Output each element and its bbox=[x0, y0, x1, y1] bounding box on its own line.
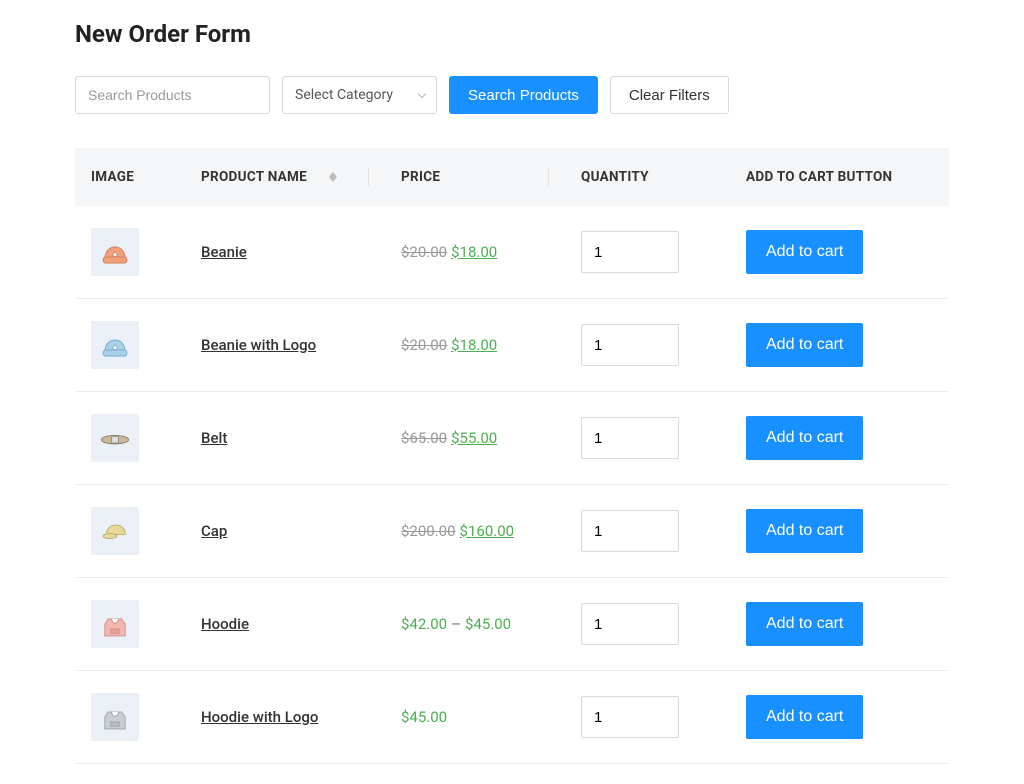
product-price: $20.00$18.00 bbox=[385, 299, 565, 392]
product-thumbnail[interactable] bbox=[91, 693, 139, 741]
add-to-cart-button[interactable]: Add to cart bbox=[746, 416, 863, 460]
product-thumbnail[interactable] bbox=[91, 228, 139, 276]
price-new: $18.00 bbox=[451, 243, 497, 261]
col-qty-header: QUANTITY bbox=[581, 169, 649, 185]
add-to-cart-button[interactable]: Add to cart bbox=[746, 323, 863, 367]
product-thumbnail[interactable] bbox=[91, 321, 139, 369]
table-row: Beanie $20.00$18.00 Add to cart bbox=[75, 206, 949, 299]
price-dash: – bbox=[451, 615, 461, 633]
table-row: Belt $65.00$55.00 Add to cart bbox=[75, 392, 949, 485]
product-name-link[interactable]: Hoodie with Logo bbox=[201, 708, 318, 726]
table-row: Hoodie $42.00–$45.00 Add to cart bbox=[75, 578, 949, 671]
price-new: $160.00 bbox=[460, 522, 515, 540]
quantity-input[interactable] bbox=[581, 603, 679, 645]
quantity-input[interactable] bbox=[581, 417, 679, 459]
category-select[interactable]: Select Category bbox=[282, 76, 437, 114]
table-row: Cap $200.00$160.00 Add to cart bbox=[75, 485, 949, 578]
clear-filters-button[interactable]: Clear Filters bbox=[610, 76, 729, 114]
product-price: $20.00$18.00 bbox=[385, 206, 565, 299]
search-products-button[interactable]: Search Products bbox=[449, 76, 598, 114]
product-name-link[interactable]: Beanie with Logo bbox=[201, 336, 316, 354]
quantity-input[interactable] bbox=[581, 324, 679, 366]
product-name-link[interactable]: Cap bbox=[201, 522, 227, 540]
product-price: $45.00 bbox=[385, 671, 565, 764]
quantity-input[interactable] bbox=[581, 696, 679, 738]
price-value: $45.00 bbox=[401, 708, 447, 726]
price-old: $200.00 bbox=[401, 522, 456, 540]
filter-bar: Select Category Search Products Clear Fi… bbox=[75, 76, 949, 114]
col-name-header[interactable]: PRODUCT NAME bbox=[201, 169, 307, 185]
product-name-link[interactable]: Beanie bbox=[201, 243, 247, 261]
order-table: IMAGE PRODUCT NAME PRICE QUANTITY ADD TO… bbox=[75, 148, 949, 764]
search-input[interactable] bbox=[75, 76, 270, 114]
col-image-header: IMAGE bbox=[91, 169, 134, 185]
product-price: $200.00$160.00 bbox=[385, 485, 565, 578]
price-old: $20.00 bbox=[401, 336, 447, 354]
add-to-cart-button[interactable]: Add to cart bbox=[746, 509, 863, 553]
col-cart-header: ADD TO CART BUTTON bbox=[746, 169, 892, 185]
page-title: New Order Form bbox=[75, 20, 949, 48]
price-new: $18.00 bbox=[451, 336, 497, 354]
product-price: $42.00–$45.00 bbox=[385, 578, 565, 671]
add-to-cart-button[interactable]: Add to cart bbox=[746, 695, 863, 739]
table-row: Hoodie with Logo $45.00 Add to cart bbox=[75, 671, 949, 764]
product-thumbnail[interactable] bbox=[91, 600, 139, 648]
col-price-header: PRICE bbox=[401, 169, 440, 185]
price-new: $55.00 bbox=[451, 429, 497, 447]
product-name-link[interactable]: Belt bbox=[201, 429, 227, 447]
quantity-input[interactable] bbox=[581, 510, 679, 552]
product-thumbnail[interactable] bbox=[91, 507, 139, 555]
add-to-cart-button[interactable]: Add to cart bbox=[746, 230, 863, 274]
price-low: $42.00 bbox=[401, 615, 447, 633]
sort-icon[interactable] bbox=[329, 172, 337, 182]
table-row: Beanie with Logo $20.00$18.00 Add to cart bbox=[75, 299, 949, 392]
product-thumbnail[interactable] bbox=[91, 414, 139, 462]
price-old: $20.00 bbox=[401, 243, 447, 261]
product-name-link[interactable]: Hoodie bbox=[201, 615, 249, 633]
price-high: $45.00 bbox=[465, 615, 511, 633]
quantity-input[interactable] bbox=[581, 231, 679, 273]
product-price: $65.00$55.00 bbox=[385, 392, 565, 485]
add-to-cart-button[interactable]: Add to cart bbox=[746, 602, 863, 646]
price-old: $65.00 bbox=[401, 429, 447, 447]
